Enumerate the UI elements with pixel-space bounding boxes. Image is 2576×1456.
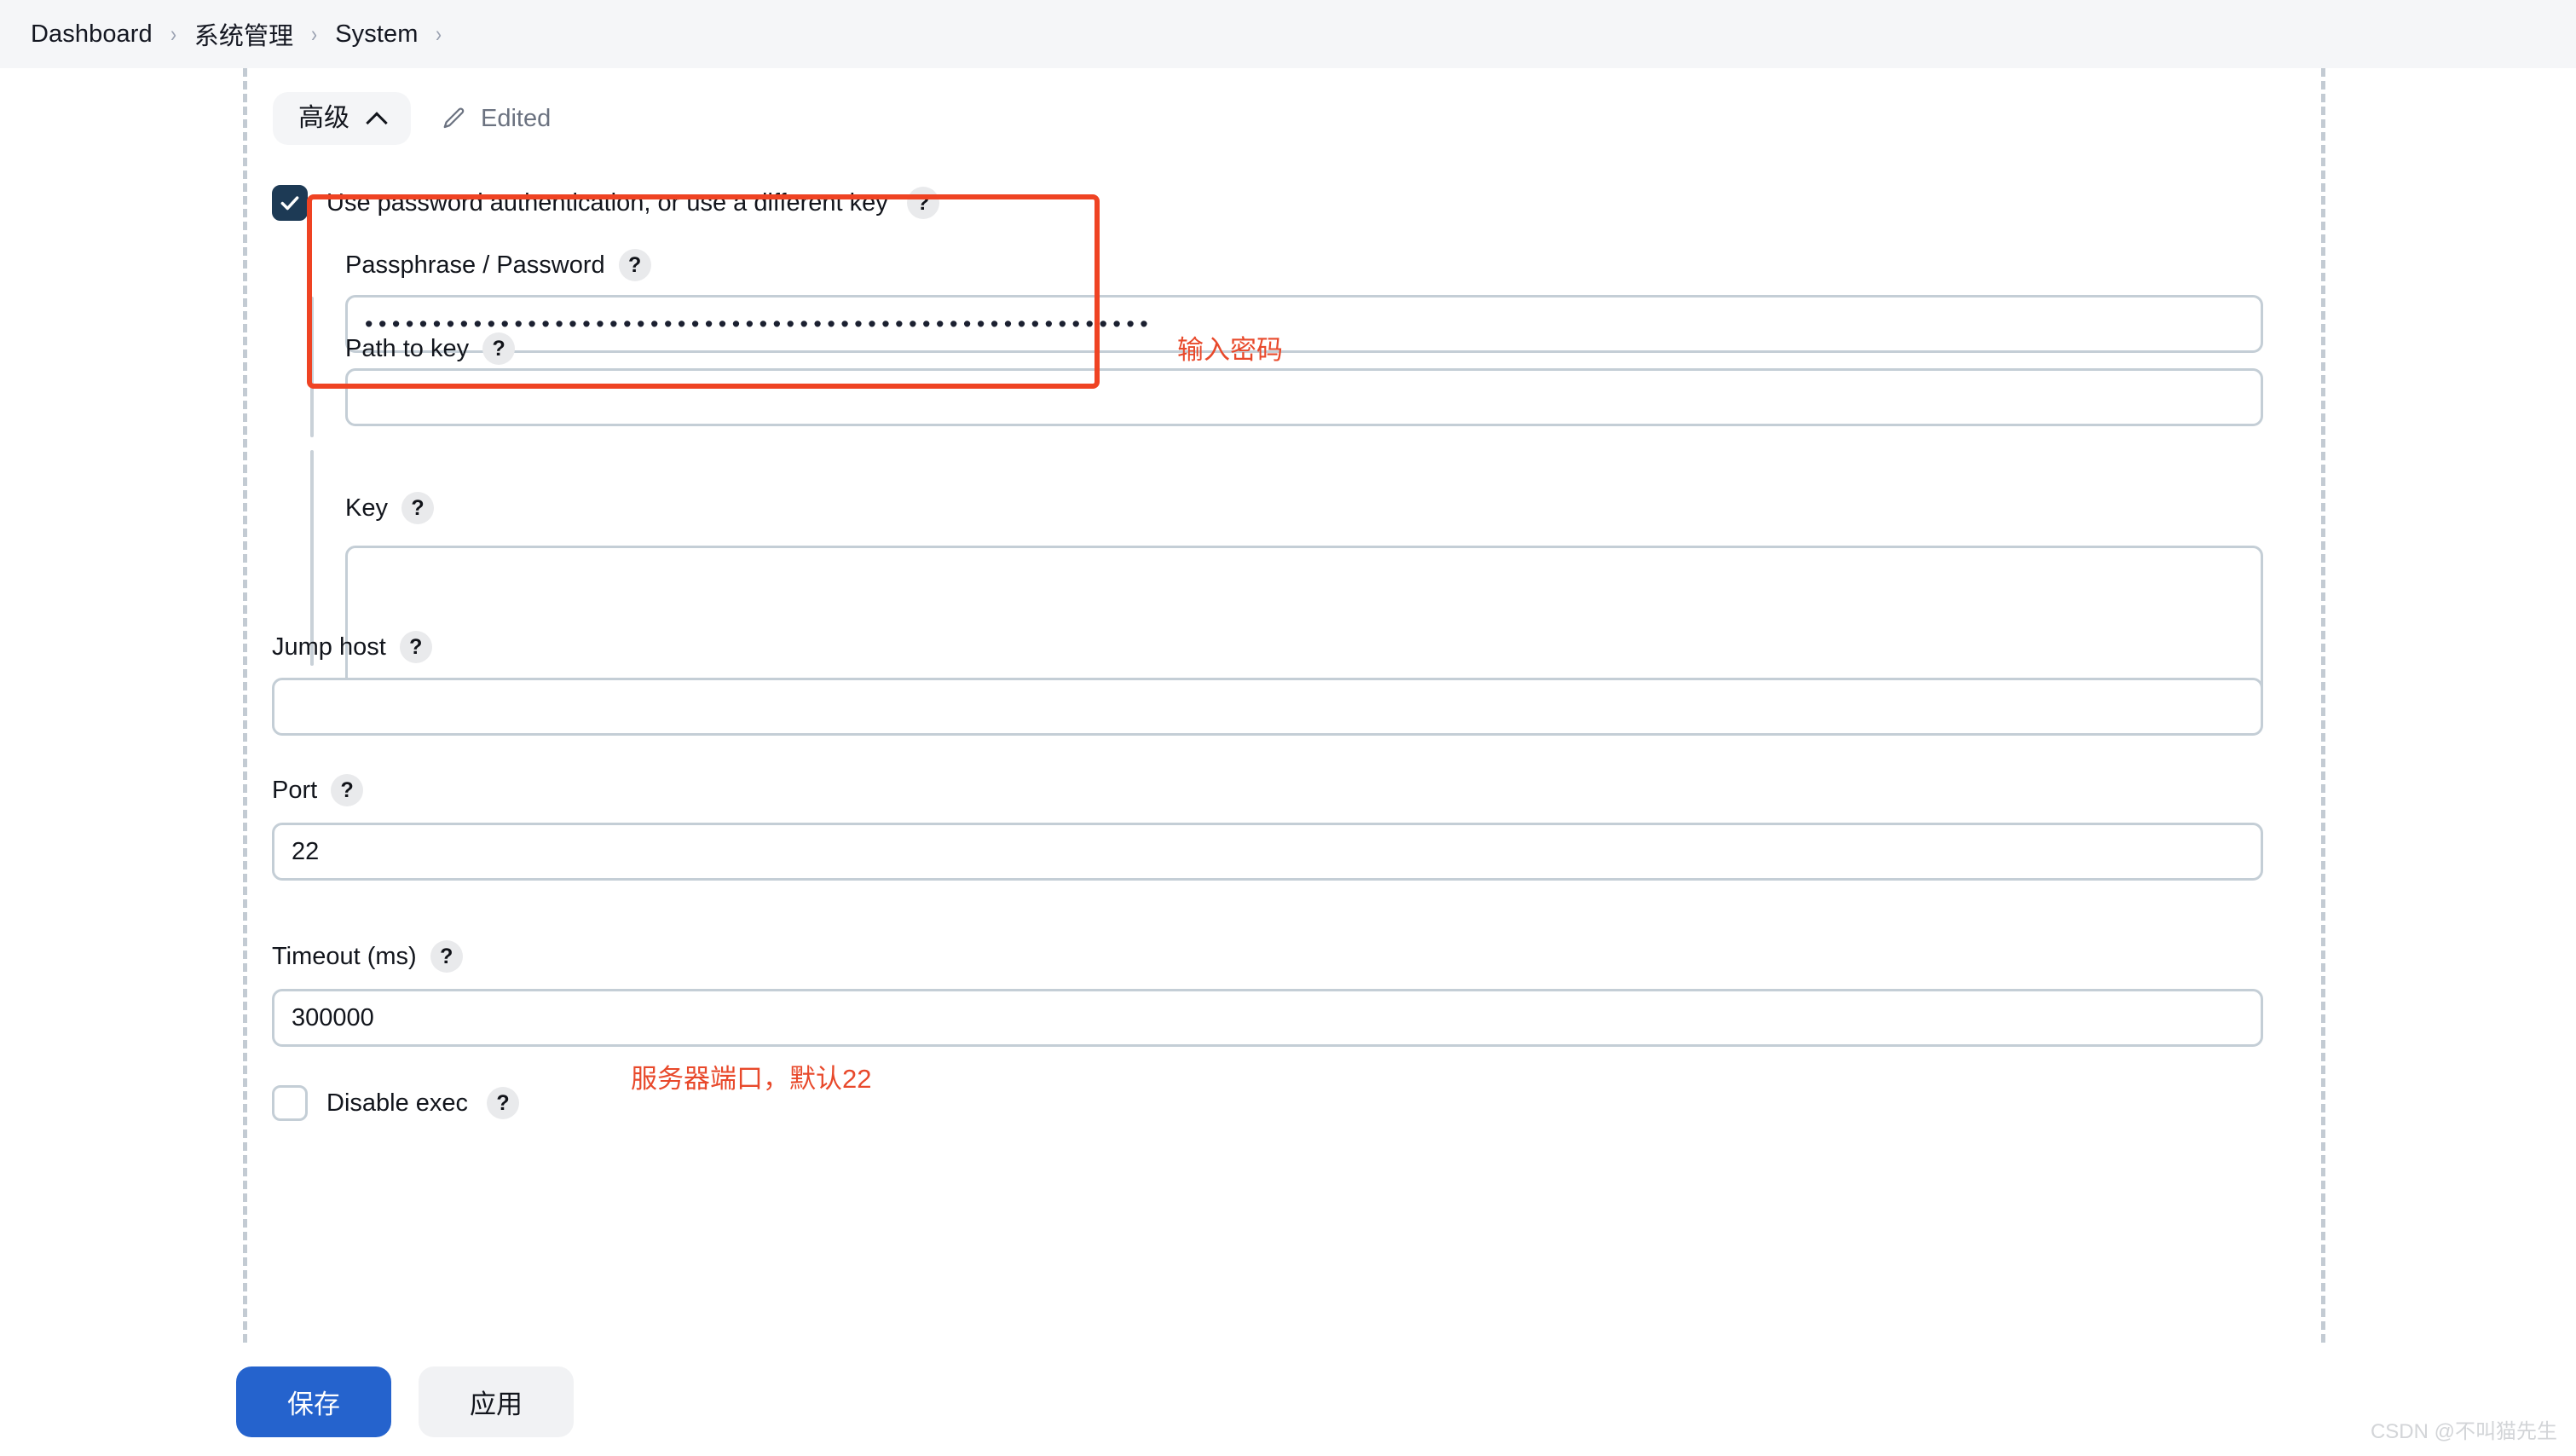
disable-exec-label: Disable exec <box>326 1089 469 1117</box>
path-to-key-input[interactable] <box>345 368 2263 426</box>
annotation-text-password: 输入密码 <box>1177 335 1283 365</box>
edited-label: Edited <box>481 104 552 132</box>
breadcrumb-item-system-management[interactable]: 系统管理 <box>194 16 293 52</box>
use-password-help-icon[interactable]: ? <box>906 187 939 219</box>
key-label-row: Key ? <box>345 492 1360 524</box>
settings-panel: 高级 Edited Use password authentication, o… <box>247 68 2321 1368</box>
jump-host-help-icon[interactable]: ? <box>399 631 432 663</box>
use-password-row: Use password authentication, or use a di… <box>272 185 939 221</box>
jump-host-label: Jump host <box>272 633 386 661</box>
path-to-key-input-wrap <box>345 368 2263 426</box>
jump-host-label-row: Jump host ? <box>272 631 1286 663</box>
disable-exec-checkbox-row[interactable]: Disable exec ? <box>272 1085 520 1121</box>
disable-exec-checkbox[interactable] <box>272 1085 308 1121</box>
advanced-collapse-button[interactable]: 高级 <box>273 92 411 145</box>
layout-guide-right <box>2321 68 2325 1368</box>
timeout-field: Timeout (ms) ? <box>272 940 1286 973</box>
breadcrumb-separator-icon: › <box>311 20 318 47</box>
use-password-checkbox[interactable] <box>272 185 308 221</box>
jump-host-field: Jump host ? <box>272 631 1286 663</box>
timeout-label-row: Timeout (ms) ? <box>272 940 1286 973</box>
apply-button[interactable]: 应用 <box>419 1366 574 1437</box>
key-help-icon[interactable]: ? <box>401 492 434 524</box>
breadcrumb-item-dashboard[interactable]: Dashboard <box>31 20 153 49</box>
chevron-up-icon <box>368 110 385 127</box>
use-password-checkbox-row[interactable]: Use password authentication, or use a di… <box>272 185 939 221</box>
breadcrumb-item-system[interactable]: System <box>335 20 418 49</box>
app-root: Dashboard › 系统管理 › System › 高级 Edited Us… <box>0 0 2576 1456</box>
passphrase-label-row: Passphrase / Password ? <box>345 249 1360 281</box>
disable-exec-help-icon[interactable]: ? <box>487 1087 520 1119</box>
timeout-input[interactable] <box>272 989 2263 1047</box>
group-indent-guide <box>310 297 314 437</box>
key-field: Key ? <box>345 492 1360 524</box>
jump-host-input-wrap <box>272 678 2263 736</box>
port-input-wrap <box>272 823 2263 881</box>
passphrase-field: Passphrase / Password ? <box>345 249 1360 281</box>
passphrase-help-icon[interactable]: ? <box>618 249 651 281</box>
port-label-row: Port ? <box>272 774 1286 806</box>
advanced-collapse-label: 高级 <box>298 104 349 132</box>
breadcrumb-bar: Dashboard › 系统管理 › System › <box>0 0 2576 68</box>
breadcrumb-separator-icon: › <box>170 20 176 47</box>
section-header: 高级 Edited <box>273 92 551 145</box>
disable-exec-row: Disable exec ? <box>272 1085 520 1121</box>
path-to-key-help-icon[interactable]: ? <box>482 332 516 365</box>
check-icon <box>280 196 299 211</box>
edited-status: Edited <box>442 105 551 133</box>
timeout-label: Timeout (ms) <box>272 942 417 970</box>
breadcrumb-separator-icon: › <box>436 20 442 47</box>
port-field: Port ? <box>272 774 1286 806</box>
key-label: Key <box>345 494 388 522</box>
footer-action-bar: 保存 应用 <box>0 1347 2576 1456</box>
jump-host-input[interactable] <box>272 678 2263 736</box>
timeout-help-icon[interactable]: ? <box>430 940 463 973</box>
passphrase-label: Passphrase / Password <box>345 251 605 279</box>
path-to-key-label: Path to key <box>345 334 470 362</box>
pencil-icon <box>443 107 465 129</box>
port-help-icon[interactable]: ? <box>331 774 364 806</box>
use-password-label: Use password authentication, or use a di… <box>326 188 888 217</box>
annotation-text-port: 服务器端口，默认22 <box>631 1064 872 1094</box>
timeout-input-wrap <box>272 989 2263 1047</box>
port-input[interactable] <box>272 823 2263 881</box>
watermark: CSDN @不叫猫先生 <box>2370 1420 2557 1443</box>
port-label: Port <box>272 776 318 804</box>
save-button[interactable]: 保存 <box>236 1366 391 1437</box>
